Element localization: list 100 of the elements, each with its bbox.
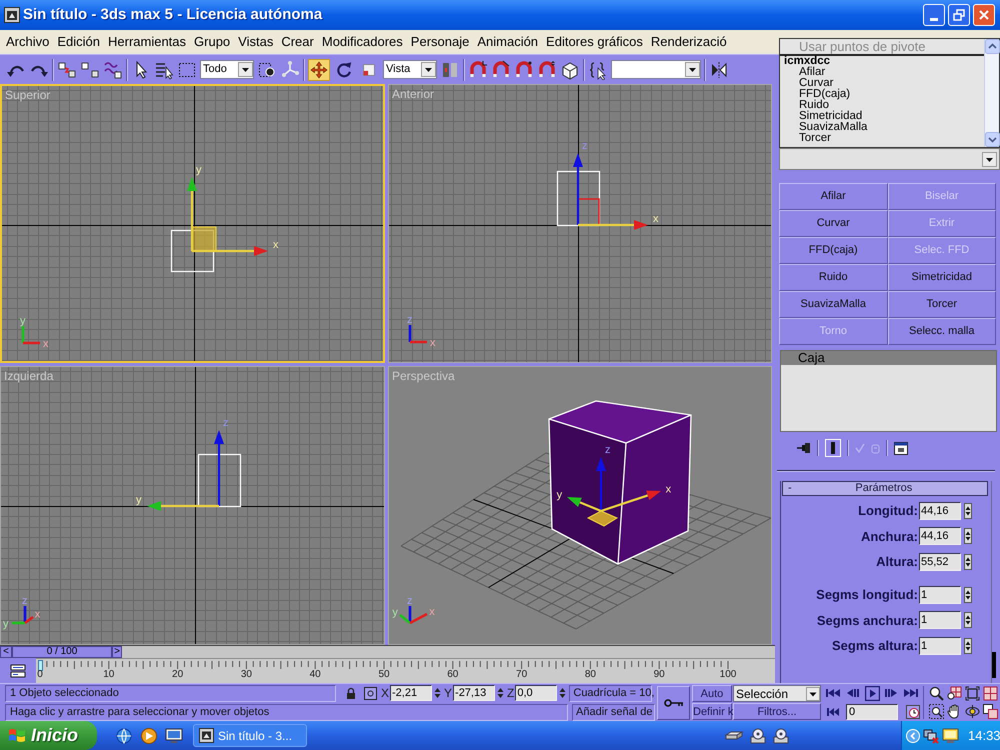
- key-filter-dropdown[interactable]: Selección: [733, 685, 821, 702]
- number-field[interactable]: 1: [919, 636, 961, 655]
- skip-end-icon[interactable]: [903, 687, 919, 699]
- orbit-icon[interactable]: [964, 704, 980, 719]
- mirror-icon[interactable]: [709, 60, 729, 80]
- magnet-icon[interactable]: [537, 60, 557, 80]
- spinner-icon[interactable]: [964, 586, 972, 603]
- target-square-icon[interactable]: [364, 686, 377, 700]
- plane-handle[interactable]: [578, 198, 600, 225]
- axis-arrow[interactable]: [187, 177, 197, 251]
- next-frame-button[interactable]: >: [112, 646, 122, 658]
- axis-arrow[interactable]: [567, 497, 602, 512]
- named-selection-dropdown[interactable]: [611, 60, 701, 79]
- coordinate-field[interactable]: -27,13: [453, 685, 496, 701]
- menu-item[interactable]: Herramientas: [104, 32, 190, 52]
- magnet-icon[interactable]: [514, 60, 534, 80]
- maximize-icon[interactable]: [982, 704, 998, 719]
- clock-icon[interactable]: [906, 704, 920, 718]
- list-item[interactable]: FFD(caja): [780, 89, 984, 100]
- menu-item[interactable]: Archivo: [2, 32, 54, 52]
- scroll-thumb[interactable]: [992, 652, 996, 678]
- list-item[interactable]: SuavizaMalla: [780, 122, 984, 133]
- corners-icon[interactable]: [964, 686, 980, 701]
- spinner-icon[interactable]: [964, 638, 972, 654]
- link-icon[interactable]: [57, 60, 77, 80]
- axis-arrow[interactable]: [600, 490, 661, 512]
- modifier-button[interactable]: Curvar: [779, 210, 888, 237]
- wave-icon[interactable]: [103, 60, 123, 80]
- number-field[interactable]: 1: [919, 611, 961, 630]
- previous-frame-button[interactable]: <: [0, 646, 12, 658]
- step-forward-icon[interactable]: [883, 687, 900, 699]
- key-mode-icon[interactable]: [826, 706, 840, 716]
- dotted-magnifier-icon[interactable]: [928, 704, 944, 719]
- coordinate-system-dropdown[interactable]: Vista: [383, 60, 437, 79]
- braces-pointer-icon[interactable]: [588, 60, 608, 80]
- monitor-icon[interactable]: [942, 728, 959, 744]
- time-slider-thumb[interactable]: 0 / 100: [12, 646, 112, 658]
- modifier-button[interactable]: Afilar: [779, 183, 888, 210]
- time-tag-button[interactable]: Añadir señal de: [572, 704, 655, 720]
- menu-item[interactable]: Edición: [53, 32, 104, 52]
- globe-icon[interactable]: [115, 726, 133, 744]
- frame-field[interactable]: 0: [846, 704, 898, 720]
- lock-icon[interactable]: [346, 687, 356, 699]
- modifier-button[interactable]: SuavizaMalla: [779, 291, 888, 318]
- spinner-icon[interactable]: [964, 528, 972, 544]
- number-field[interactable]: 44,16: [919, 527, 961, 546]
- collapse-toggle[interactable]: -: [788, 480, 792, 497]
- axis-arrow[interactable]: [596, 457, 606, 511]
- list-item[interactable]: Curvar: [780, 78, 984, 89]
- coordinate-field[interactable]: -2,21: [390, 685, 432, 701]
- scroll-down-icon[interactable]: [985, 132, 1000, 147]
- start-button[interactable]: Inicio: [0, 721, 97, 750]
- modifier-button[interactable]: Selecc. malla: [888, 318, 996, 345]
- disc-icon[interactable]: [773, 728, 789, 744]
- magnifier-icon[interactable]: [928, 686, 944, 701]
- list-item[interactable]: Simetricidad: [780, 111, 984, 122]
- step-back-icon[interactable]: [844, 687, 861, 699]
- list-item[interactable]: Afilar: [780, 67, 984, 78]
- unlink-icon[interactable]: [80, 60, 100, 80]
- spinner-icon[interactable]: [964, 554, 972, 570]
- scroll-up-icon[interactable]: [985, 39, 1000, 54]
- menu-item[interactable]: Personaje: [406, 32, 474, 52]
- chevron-icon[interactable]: [906, 728, 920, 742]
- stack-item[interactable]: Caja: [781, 351, 996, 365]
- check-icon[interactable]: [855, 443, 865, 453]
- play-icon[interactable]: [864, 686, 880, 700]
- modifier-list-dropdown[interactable]: [779, 148, 1000, 170]
- filters-button[interactable]: Filtros...: [733, 703, 821, 720]
- restore-button[interactable]: [948, 4, 970, 26]
- menu-item[interactable]: Vistas: [234, 32, 278, 52]
- menu-item[interactable]: Editores gráficos: [542, 32, 647, 52]
- magnet-icon[interactable]: [468, 60, 488, 80]
- number-field[interactable]: 1: [919, 586, 961, 604]
- auto-key-button[interactable]: Auto: [692, 685, 732, 702]
- menu-item[interactable]: Renderizació: [646, 32, 731, 52]
- network-error-icon[interactable]: [923, 728, 939, 744]
- scrollbar[interactable]: [984, 39, 999, 147]
- disc-icon[interactable]: [750, 728, 766, 744]
- show-result-button[interactable]: [825, 439, 841, 457]
- menu-item[interactable]: Grupo: [190, 32, 234, 52]
- desktop-icon[interactable]: [165, 726, 183, 744]
- minimize-button[interactable]: [923, 4, 945, 26]
- menu-item[interactable]: Crear: [277, 32, 318, 52]
- set-key-button[interactable]: Definir k: [692, 703, 732, 720]
- skip-start-icon[interactable]: [825, 687, 841, 699]
- list-item[interactable]: Torcer: [780, 133, 984, 144]
- grid-corners-icon[interactable]: [982, 686, 998, 701]
- time-marker[interactable]: [38, 660, 43, 671]
- spinner-icon[interactable]: [964, 612, 972, 628]
- grid-magnifier-icon[interactable]: [946, 686, 962, 701]
- modifier-button[interactable]: Simetricidad: [888, 264, 996, 291]
- panel-icon[interactable]: [894, 442, 908, 454]
- number-field[interactable]: 55,52: [919, 552, 961, 571]
- drive-icon[interactable]: [725, 728, 743, 742]
- viewport[interactable]: Perspectiva z y x z y x: [388, 366, 772, 645]
- selection-filter-dropdown[interactable]: Todo: [200, 60, 254, 79]
- modifier-button[interactable]: Ruido: [779, 264, 888, 291]
- hand-icon[interactable]: [946, 704, 962, 719]
- move-tool-button[interactable]: [308, 58, 330, 80]
- list-item[interactable]: Ruido: [780, 100, 984, 111]
